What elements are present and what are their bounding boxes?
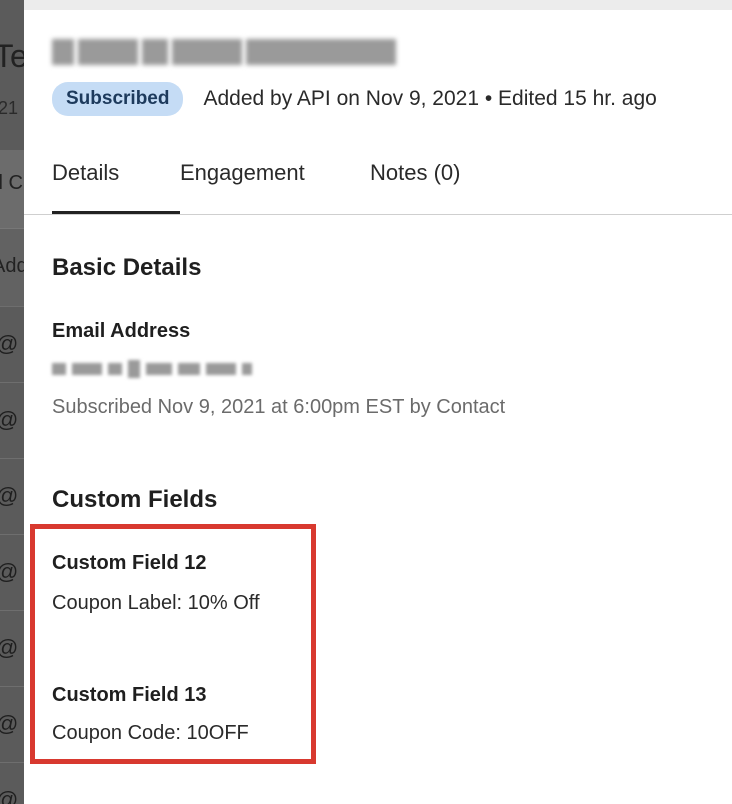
background-table-row: @ <box>0 306 24 383</box>
background-header-label: Add <box>0 255 24 277</box>
subscription-info: Subscribed Nov 9, 2021 at 6:00pm EST by … <box>52 396 506 418</box>
background-page-title: Te <box>0 38 24 74</box>
background-app: Te 21 ll C Add @ @ @ @ @ @ @ <box>0 0 24 804</box>
background-page-subtitle: 21 <box>0 98 19 118</box>
panel-top-strip <box>24 0 732 10</box>
contact-meta-text: Added by API on Nov 9, 2021 • Edited 15 … <box>203 87 657 110</box>
background-table-row: @ <box>0 382 24 459</box>
background-table-row: @ <box>0 610 24 687</box>
tab-engagement[interactable]: Engagement <box>180 160 370 212</box>
background-filter-label: ll C <box>0 172 23 194</box>
highlight-annotation-box <box>30 524 316 764</box>
email-address-label: Email Address <box>52 320 191 342</box>
tab-details[interactable]: Details <box>52 160 180 214</box>
contact-detail-panel: Subscribed Added by API on Nov 9, 2021 •… <box>24 0 732 804</box>
background-table-row: @ <box>0 458 24 535</box>
contact-name-redacted <box>52 36 396 68</box>
tab-bar: Details Engagement Notes (0) <box>52 160 460 214</box>
tab-divider <box>24 214 732 215</box>
background-filter-bar: ll C <box>0 150 24 228</box>
background-table-header: Add <box>0 228 24 307</box>
email-address-value-redacted <box>52 360 252 378</box>
basic-details-heading: Basic Details <box>52 254 202 281</box>
tab-notes[interactable]: Notes (0) <box>370 160 460 212</box>
background-table-row: @ <box>0 762 24 804</box>
contact-meta-row: Subscribed Added by API on Nov 9, 2021 •… <box>52 82 657 116</box>
custom-fields-heading: Custom Fields <box>52 486 218 513</box>
background-table-row: @ <box>0 534 24 611</box>
status-badge: Subscribed <box>52 82 184 116</box>
background-table-row: @ <box>0 686 24 763</box>
